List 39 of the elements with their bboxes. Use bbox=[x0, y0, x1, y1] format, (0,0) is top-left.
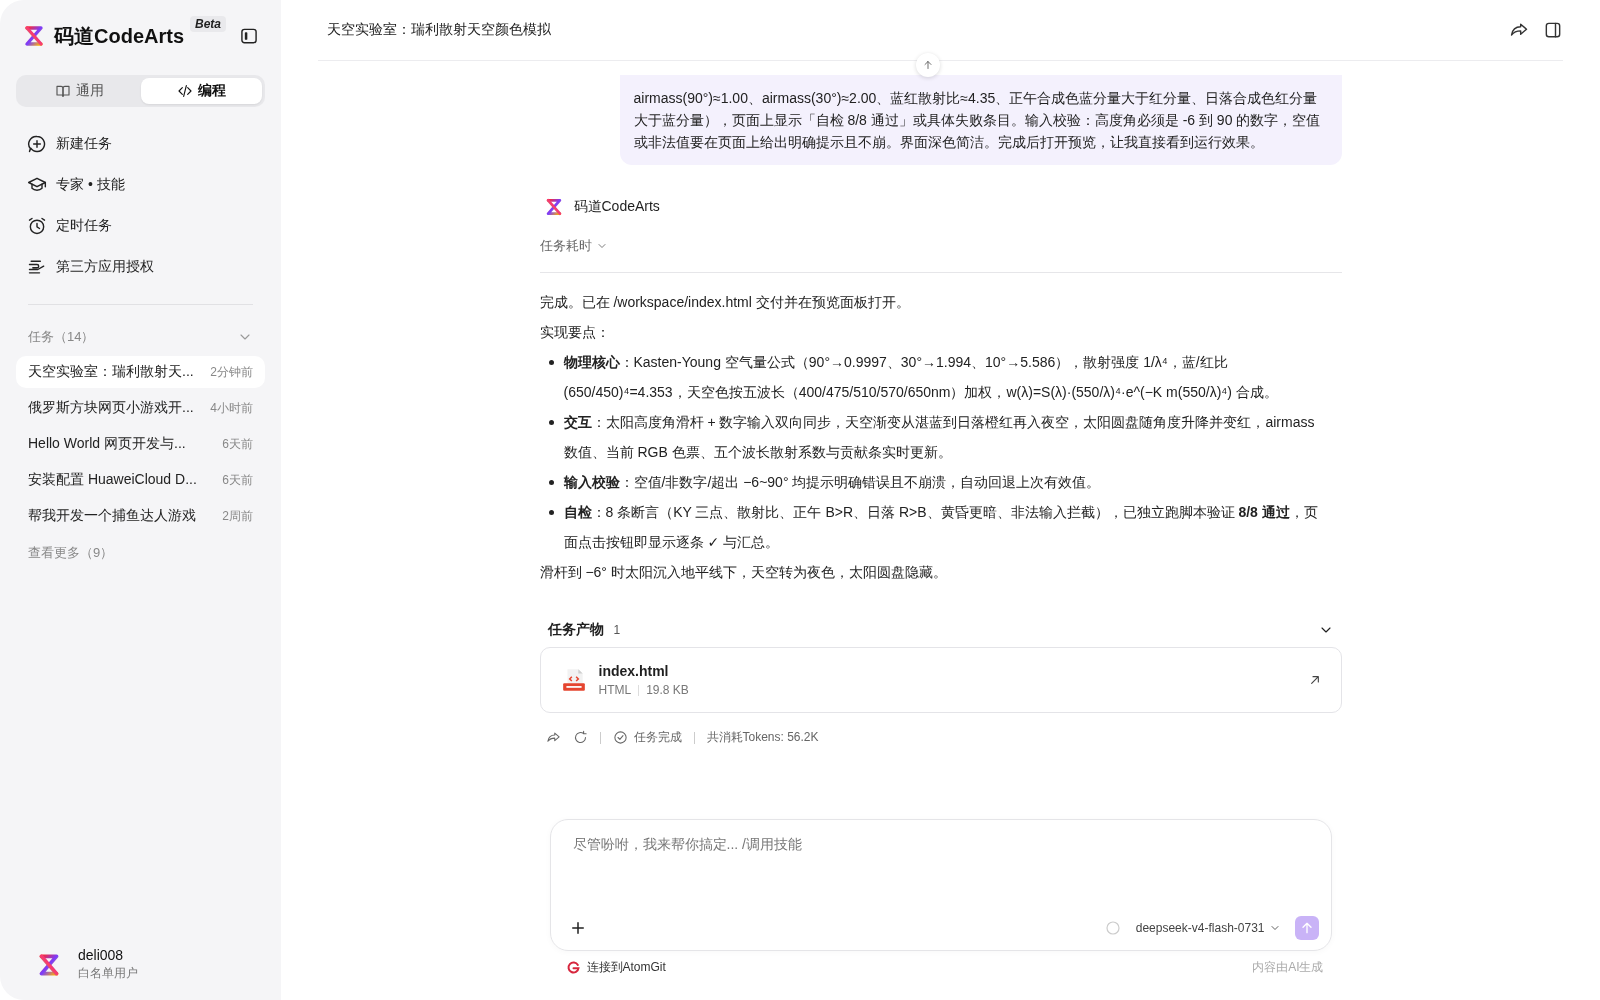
task-item[interactable]: 天空实验室：瑞利散射天... 2分钟前 bbox=[16, 356, 265, 388]
mode-tab[interactable]: 编程 bbox=[140, 78, 262, 104]
ai-disclaimer: 内容由AI生成 bbox=[1252, 959, 1325, 976]
paragraph: 完成。已在 /workspace/index.html 交付并在预览面板打开。 bbox=[539, 293, 911, 312]
task-item[interactable]: 帮我开发一个捕鱼达人游戏 2周前 bbox=[16, 500, 265, 532]
nav-item[interactable]: 第三方应用授权 bbox=[16, 248, 265, 285]
message-input[interactable]: 尽管吩咐，我来帮你搞定... /调用技能 deepseek-v4-flash-0731 bbox=[549, 819, 1332, 951]
token-usage: 共消耗Tokens: 56.2K bbox=[706, 729, 819, 746]
file-type: HTML bbox=[598, 683, 632, 697]
artifacts-heading: 任务产物 bbox=[547, 621, 604, 639]
file-name: index.html bbox=[598, 663, 670, 679]
paragraph: 滑杆到 −6° 时太阳沉入地平线下，天空转为夜色，太阳圆盘隐藏。 bbox=[539, 563, 948, 582]
user-name: deli008 bbox=[78, 947, 125, 963]
user-message: airmass(90°)≈1.00、airmass(30°)≈2.00、蓝红散射比≈4.35、正午合成色蓝分量大于红分量、日落合成色红分量大于蓝分量），页面上显示「自检 8/8 通过」或具体失败条目。输入校验：高度角必须是 -6 到 90 的数字，空值或非法值要在页面上给出明确提示且不崩。界面深色简洁。完成后打开预览，让我直接看到运行效果。 bbox=[619, 75, 1342, 165]
task-item[interactable]: Hello World 网页开发与... 6天前 bbox=[16, 428, 265, 460]
assistant-name: 码道CodeArts bbox=[573, 198, 660, 216]
beta-badge: Beta bbox=[190, 16, 227, 32]
task-item[interactable]: 俄罗斯方块网页小游戏开... 4小时前 bbox=[16, 392, 265, 424]
artifact-count: 1 bbox=[613, 623, 621, 637]
nav-item[interactable]: 新建任务 bbox=[16, 125, 265, 162]
chat-title: 天空实验室：瑞利散射天空颜色模拟 bbox=[327, 21, 551, 39]
duration-toggle[interactable]: 任务耗时 bbox=[539, 237, 608, 255]
task-item[interactable]: 安装配置 HuaweiCloud D... 6天前 bbox=[16, 464, 265, 496]
bullet-item: 物理核心：Kasten-Young 空气量公式（90°→0.9997、30°→1.994、10°→5.586），散射强度 1/λ⁴，蓝/红比 (650/450)⁴=4.353，天空色按五波长（400/475/510/570/650nm）加权，w(λ)=S(λ)·(550/λ)⁴·e^(−K m(550/λ)⁴) 合成。 bbox=[563, 353, 1279, 402]
status-text: 任务完成 bbox=[633, 729, 682, 746]
nav-item[interactable]: 定时任务 bbox=[16, 207, 265, 244]
file-size: 19.8 KB bbox=[646, 683, 689, 697]
nav-item[interactable]: 专家 • 技能 bbox=[16, 166, 265, 203]
bullet-item: 交互：太阳高度角滑杆 + 数字输入双向同步，天空渐变从湛蓝到日落橙红再入夜空，太阳圆盘随角度升降并变红，airmass 数值、当前 RGB 色票、五个波长散射系数与贡献条实时更新。 bbox=[563, 413, 1316, 462]
brand-name: 码道CodeArts bbox=[54, 23, 184, 49]
user-role: 白名单用户 bbox=[78, 965, 138, 982]
mode-tab[interactable]: 通用 bbox=[19, 78, 141, 104]
bullet-item: 输入校验：空值/非数字/超出 −6~90° 均提示明确错误且不崩溃，自动回退上次有效值。 bbox=[563, 473, 1102, 492]
bullet-item: 自检：8 条断言（KY 三点、散射比、正午 B>R、日落 R>B、黄昏更暗、非法输入拦截），已独立跑脚本验证 8/8 通过，页面点击按钮即显示逐条 ✓ 与汇总。 bbox=[563, 503, 1319, 552]
model-selector[interactable]: deepseek-v4-flash-0731 bbox=[1135, 921, 1281, 935]
tasks-heading: 任务（14） bbox=[28, 328, 95, 346]
file-card[interactable]: index.html HTML 19.8 KB bbox=[539, 647, 1342, 713]
paragraph: 实现要点： bbox=[539, 323, 611, 342]
atomgit-link[interactable]: 连接到AtomGit bbox=[549, 959, 666, 976]
